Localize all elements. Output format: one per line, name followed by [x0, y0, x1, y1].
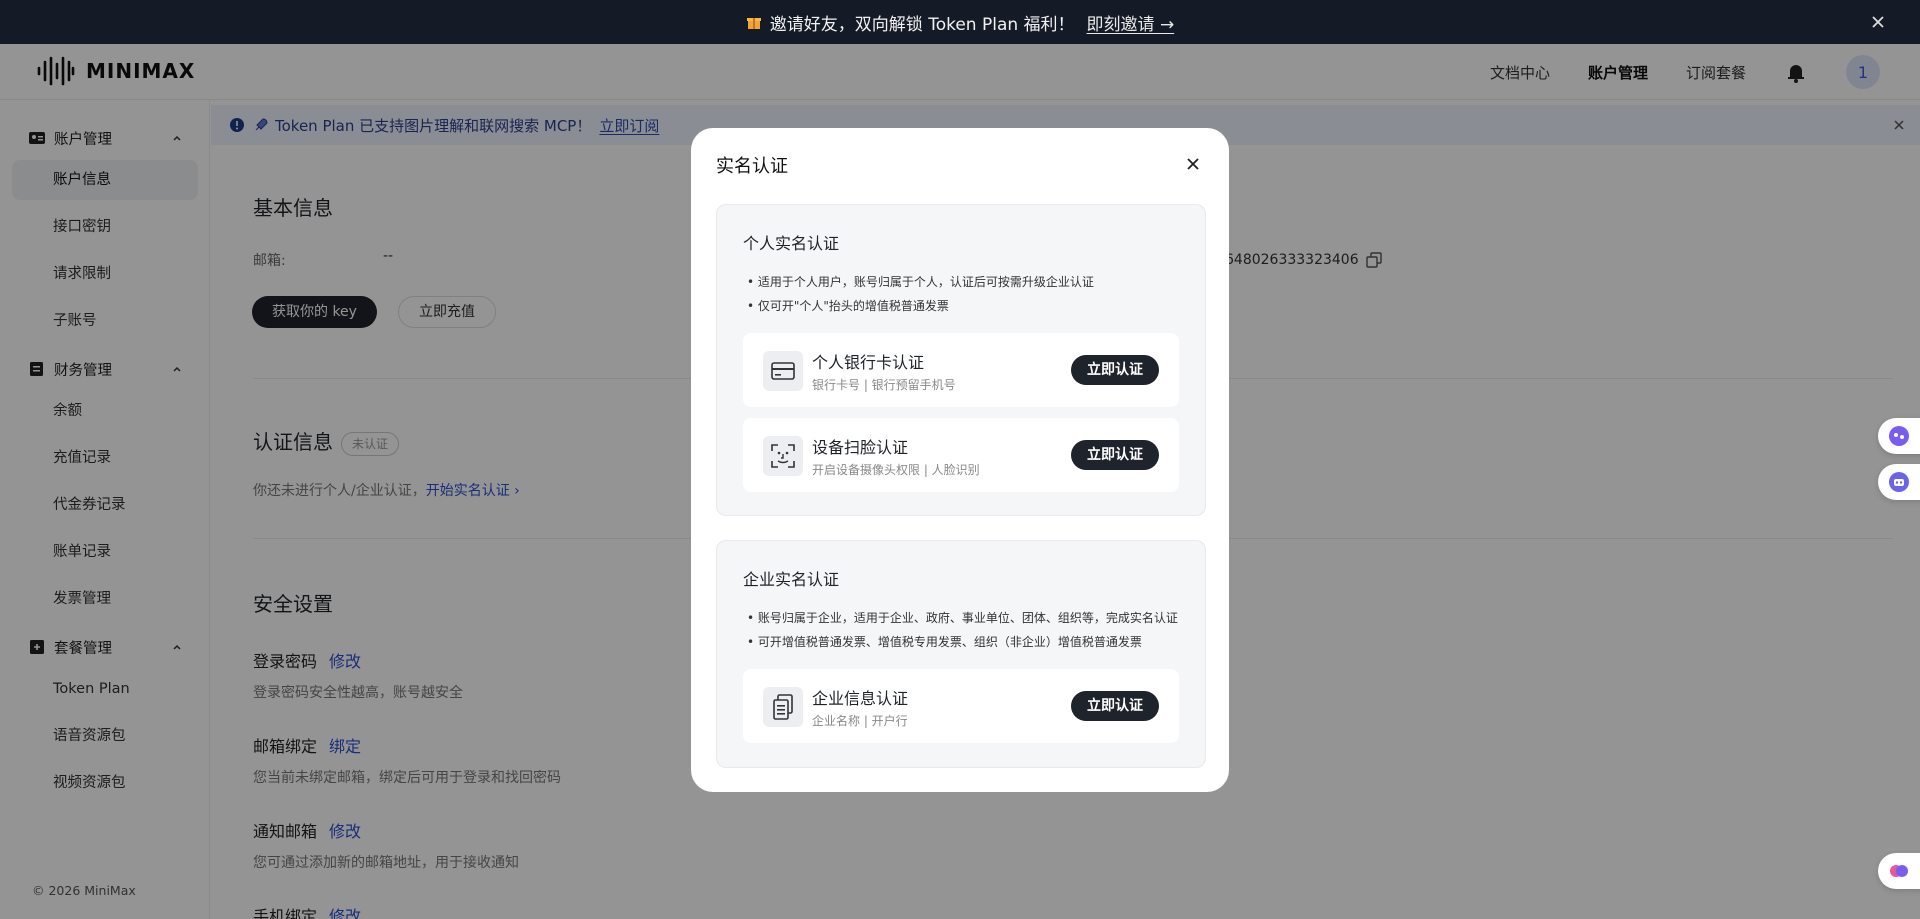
personal-title: 个人实名认证: [743, 234, 840, 253]
gift-icon: [746, 18, 761, 29]
personal-verification-card: 个人实名认证 • 适用于个人用户，账号归属于个人，认证后可按需升级企业认证 • …: [716, 204, 1206, 516]
option-subtitle: 开启设备摄像头权限 | 人脸识别: [812, 463, 980, 477]
enterprise-bullet: • 可开增值税普通发票、增值税专用发票、组织（非企业）增值税普通发票: [747, 635, 1142, 649]
verification-modal: 实名认证 个人实名认证 • 适用于个人用户，账号归属于个人，认证后可按需升级企业…: [691, 128, 1229, 792]
modal-title: 实名认证: [716, 156, 788, 177]
promo-invite-link[interactable]: 即刻邀请 →: [1087, 10, 1175, 35]
close-icon[interactable]: [1185, 156, 1201, 172]
enterprise-verification-card: 企业实名认证 • 账号归属于企业，适用于企业、政府、事业单位、团体、组织等，完成…: [716, 540, 1206, 768]
option-title: 设备扫脸认证: [812, 438, 909, 457]
face-scan-option[interactable]: 设备扫脸认证 开启设备摄像头权限 | 人脸识别 立即认证: [743, 418, 1179, 492]
face-scan-icon: [763, 436, 803, 476]
verify-enterprise-button[interactable]: 立即认证: [1071, 691, 1159, 721]
option-title: 企业信息认证: [812, 689, 909, 708]
bank-card-option[interactable]: 个人银行卡认证 银行卡号 | 银行预留手机号 立即认证: [743, 333, 1179, 407]
personal-bullet: • 仅可开"个人"抬头的增值税普通发票: [747, 299, 949, 313]
float-brain-button[interactable]: [1878, 853, 1920, 889]
promo-banner: 邀请好友，双向解锁 Token Plan 福利！ 即刻邀请 →: [0, 0, 1920, 44]
robot-icon: [1889, 472, 1909, 492]
personal-bullet: • 适用于个人用户，账号归属于个人，认证后可按需升级企业认证: [747, 275, 1094, 289]
document-icon: [763, 687, 803, 727]
enterprise-info-option[interactable]: 企业信息认证 企业名称 | 开户行 立即认证: [743, 669, 1179, 743]
float-bot-button[interactable]: [1878, 464, 1920, 500]
credit-card-icon: [763, 351, 803, 391]
close-icon[interactable]: [1868, 12, 1888, 32]
option-subtitle: 企业名称 | 开户行: [812, 714, 908, 728]
assistant-icon: [1889, 426, 1909, 446]
float-assistant-button[interactable]: [1878, 418, 1920, 454]
brain-icon: [1890, 865, 1908, 877]
verify-face-scan-button[interactable]: 立即认证: [1071, 440, 1159, 470]
enterprise-title: 企业实名认证: [743, 570, 840, 589]
option-subtitle: 银行卡号 | 银行预留手机号: [812, 378, 956, 392]
option-title: 个人银行卡认证: [812, 353, 925, 372]
enterprise-bullet: • 账号归属于企业，适用于企业、政府、事业单位、团体、组织等，完成实名认证: [747, 611, 1178, 625]
promo-text: 邀请好友，双向解锁 Token Plan 福利！: [769, 14, 1075, 35]
verify-bank-card-button[interactable]: 立即认证: [1071, 355, 1159, 385]
